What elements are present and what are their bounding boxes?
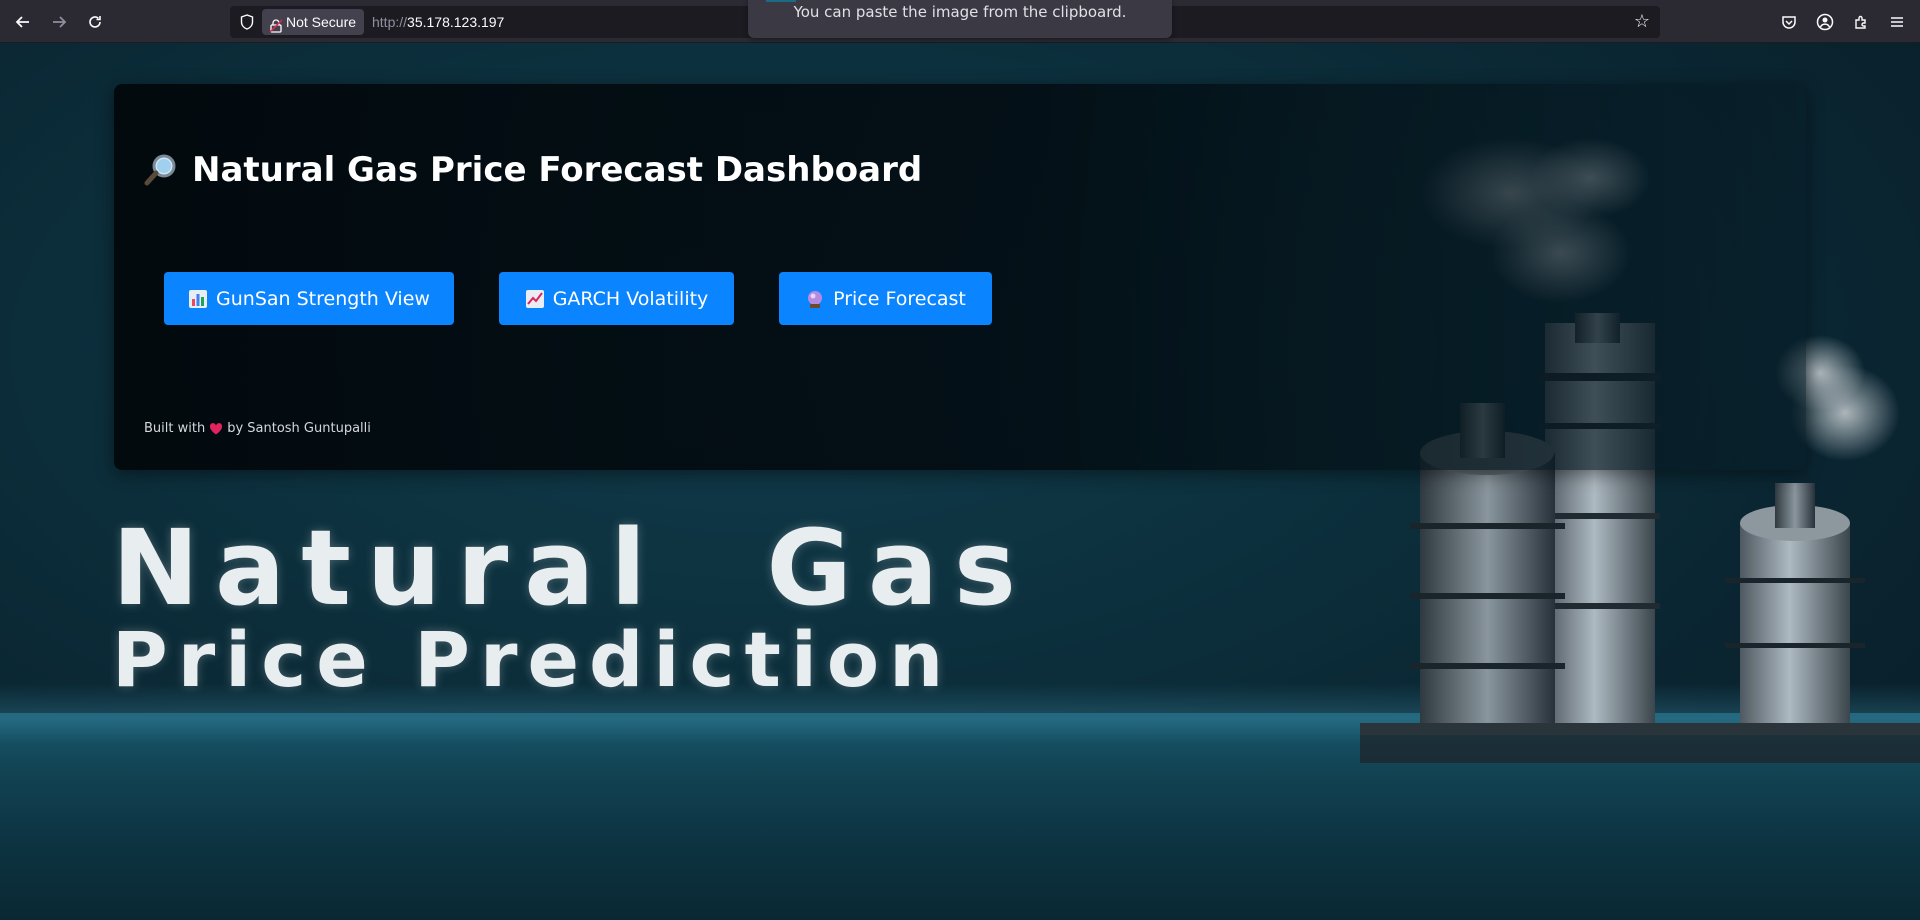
extensions-icon[interactable] [1846,8,1876,36]
trend-chart-icon [525,289,544,308]
back-icon[interactable] [8,8,38,36]
toast-thumbnail [766,0,796,2]
garch-volatility-button[interactable]: GARCH Volatility [499,272,734,325]
hero-title: Natural Gas Price Prediction [112,513,1032,705]
url-scheme: http:// [372,14,408,30]
price-forecast-label: Price Forecast [833,287,966,310]
bar-chart-icon [189,289,208,308]
url-host: 35.178.123.197 [407,14,505,30]
heart-icon [210,422,223,434]
url-text[interactable]: http://35.178.123.197 [372,6,504,38]
footer-prefix: Built with [144,421,206,436]
gunsan-strength-view-button[interactable]: GunSan Strength View [164,272,454,325]
clipboard-toast: You can paste the image from the clipboa… [748,0,1172,38]
price-forecast-button[interactable]: Price Forecast [779,272,992,325]
shield-icon[interactable] [238,13,256,31]
hero-line-2: Price Prediction [112,615,954,704]
account-icon[interactable] [1810,8,1840,36]
not-secure-label: Not Secure [286,14,357,30]
magnifier-icon [144,154,176,186]
footer-suffix: by Santosh Guntupalli [227,421,371,436]
gunsan-strength-view-label: GunSan Strength View [216,287,430,310]
forward-icon[interactable] [44,8,74,36]
footer-credit: Built with by Santosh Guntupalli [144,421,371,436]
page-title-text: Natural Gas Price Forecast Dashboard [192,150,923,190]
crystal-ball-icon [808,290,823,308]
reload-icon[interactable] [80,8,110,36]
not-secure-badge[interactable]: Not Secure [262,9,365,35]
bookmark-star-icon[interactable]: ☆ [1632,12,1652,32]
pocket-icon[interactable] [1774,8,1804,36]
insecure-lock-icon [269,15,283,33]
page-title: Natural Gas Price Forecast Dashboard [144,150,922,190]
page-background: Natural Gas Price Prediction Natural Gas… [0,43,1920,920]
garch-volatility-label: GARCH Volatility [552,287,709,310]
dashboard-panel: Natural Gas Price Forecast Dashboard Gun… [114,84,1806,470]
toast-text: You can paste the image from the clipboa… [793,3,1127,21]
hero-line-1: Natural Gas [112,507,1032,629]
menu-icon[interactable] [1882,8,1912,36]
